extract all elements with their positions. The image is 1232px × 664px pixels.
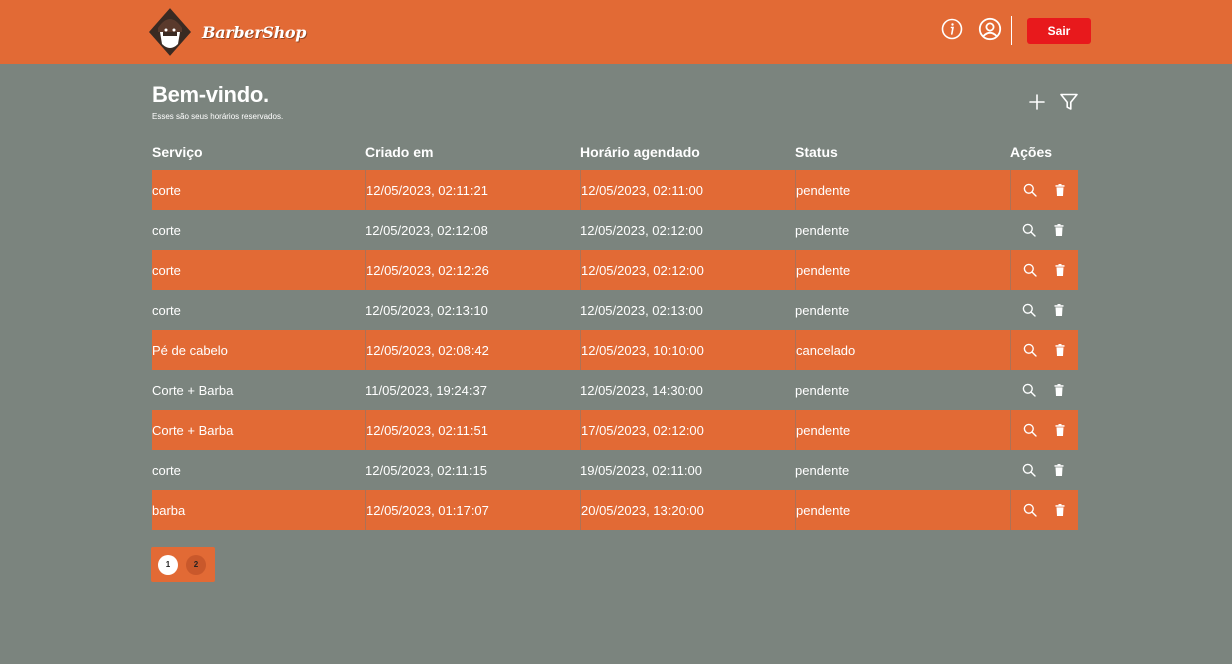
cell-servico: Corte + Barba xyxy=(152,422,234,438)
cell-agendado: 12/05/2023, 02:13:00 xyxy=(580,302,703,318)
search-icon[interactable] xyxy=(1022,262,1038,278)
filter-button[interactable] xyxy=(1058,91,1080,113)
search-icon[interactable] xyxy=(1022,342,1038,358)
cell-agendado: 20/05/2023, 13:20:00 xyxy=(580,490,795,530)
cell-agendado: 12/05/2023, 02:12:00 xyxy=(580,250,795,290)
search-icon[interactable] xyxy=(1022,502,1038,518)
cell-servico: corte xyxy=(152,302,181,318)
row-actions xyxy=(1010,370,1078,410)
cell-status: pendente xyxy=(795,250,1010,290)
trash-icon[interactable] xyxy=(1052,502,1068,518)
cell-servico: corte xyxy=(152,222,181,238)
trash-icon[interactable] xyxy=(1052,422,1068,438)
barber-logo-icon xyxy=(147,6,193,58)
plus-icon xyxy=(1029,94,1045,110)
column-header-status: Status xyxy=(795,144,838,160)
cell-status: pendente xyxy=(795,462,850,478)
table-header: Serviço Criado em Horário agendado Statu… xyxy=(152,142,1078,162)
cell-status: pendente xyxy=(795,410,1010,450)
cell-agendado: 12/05/2023, 02:12:00 xyxy=(580,222,703,238)
cell-agendado: 12/05/2023, 10:10:00 xyxy=(580,330,795,370)
page-button-1[interactable]: 1 xyxy=(158,554,178,575)
brand-logo[interactable]: BarberShop xyxy=(146,4,306,60)
search-icon[interactable] xyxy=(1021,462,1037,478)
cell-agendado: 12/05/2023, 02:11:00 xyxy=(580,170,795,210)
page-subtitle: Esses são seus horários reservados. xyxy=(152,112,284,121)
header-divider xyxy=(1011,16,1012,45)
row-actions xyxy=(1010,170,1078,210)
search-icon[interactable] xyxy=(1021,382,1037,398)
trash-icon[interactable] xyxy=(1052,182,1068,198)
column-header-servico: Serviço xyxy=(152,144,203,160)
page-title: Bem-vindo. xyxy=(152,82,269,107)
search-icon[interactable] xyxy=(1021,302,1037,318)
add-appointment-button[interactable] xyxy=(1026,91,1048,113)
cell-status: pendente xyxy=(795,222,850,238)
trash-icon[interactable] xyxy=(1052,342,1068,358)
row-actions xyxy=(1010,290,1078,330)
cell-criado: 12/05/2023, 02:08:42 xyxy=(365,330,580,370)
table-row: Pé de cabelo 12/05/2023, 02:08:42 12/05/… xyxy=(152,330,1078,370)
table-row: Corte + Barba 12/05/2023, 02:11:51 17/05… xyxy=(152,410,1078,450)
cell-status: pendente xyxy=(795,490,1010,530)
table-row: corte 12/05/2023, 02:13:10 12/05/2023, 0… xyxy=(152,290,1078,330)
table-row: corte 12/05/2023, 02:12:08 12/05/2023, 0… xyxy=(152,210,1078,250)
cell-criado: 12/05/2023, 02:13:10 xyxy=(365,302,488,318)
cell-status: cancelado xyxy=(795,330,1010,370)
search-icon[interactable] xyxy=(1022,422,1038,438)
cell-criado: 12/05/2023, 01:17:07 xyxy=(365,490,580,530)
pagination: 1 2 xyxy=(151,547,215,582)
brand-name: BarberShop xyxy=(202,22,307,42)
column-header-criado: Criado em xyxy=(365,144,434,160)
search-icon[interactable] xyxy=(1021,222,1037,238)
cell-servico: Pé de cabelo xyxy=(152,342,228,358)
row-actions xyxy=(1010,210,1078,250)
info-button[interactable] xyxy=(940,17,964,41)
cell-agendado: 12/05/2023, 14:30:00 xyxy=(580,382,703,398)
trash-icon[interactable] xyxy=(1052,262,1068,278)
page-button-2[interactable]: 2 xyxy=(186,554,206,575)
top-navbar: BarberShop Sair xyxy=(0,0,1232,64)
row-actions xyxy=(1010,330,1078,370)
trash-icon[interactable] xyxy=(1051,462,1067,478)
logout-button[interactable]: Sair xyxy=(1027,18,1091,44)
cell-criado: 12/05/2023, 02:12:26 xyxy=(365,250,580,290)
table-row: barba 12/05/2023, 01:17:07 20/05/2023, 1… xyxy=(152,490,1078,530)
table-row: Corte + Barba 11/05/2023, 19:24:37 12/05… xyxy=(152,370,1078,410)
cell-servico: barba xyxy=(152,502,186,518)
column-header-agendado: Horário agendado xyxy=(580,144,700,160)
column-header-acoes: Ações xyxy=(1010,144,1053,160)
info-icon xyxy=(941,18,963,40)
cell-criado: 11/05/2023, 19:24:37 xyxy=(365,382,487,398)
cell-agendado: 17/05/2023, 02:12:00 xyxy=(580,410,795,450)
cell-status: pendente xyxy=(795,382,850,398)
cell-status: pendente xyxy=(795,302,850,318)
trash-icon[interactable] xyxy=(1051,302,1067,318)
trash-icon[interactable] xyxy=(1051,382,1067,398)
table-row: corte 12/05/2023, 02:11:21 12/05/2023, 0… xyxy=(152,170,1078,210)
cell-servico: Corte + Barba xyxy=(152,382,234,398)
appointments-table: Serviço Criado em Horário agendado Statu… xyxy=(152,142,1078,530)
cell-criado: 12/05/2023, 02:12:08 xyxy=(365,222,488,238)
profile-button[interactable] xyxy=(978,17,1002,41)
cell-servico: corte xyxy=(152,182,181,198)
cell-criado: 12/05/2023, 02:11:15 xyxy=(365,462,487,478)
row-actions xyxy=(1010,490,1078,530)
cell-servico: corte xyxy=(152,462,181,478)
search-icon[interactable] xyxy=(1022,182,1038,198)
row-actions xyxy=(1010,450,1078,490)
cell-agendado: 19/05/2023, 02:11:00 xyxy=(580,462,702,478)
user-icon xyxy=(978,17,1002,41)
row-actions xyxy=(1010,410,1078,450)
table-body: corte 12/05/2023, 02:11:21 12/05/2023, 0… xyxy=(152,170,1078,530)
filter-icon xyxy=(1060,93,1078,110)
table-row: corte 12/05/2023, 02:12:26 12/05/2023, 0… xyxy=(152,250,1078,290)
cell-criado: 12/05/2023, 02:11:51 xyxy=(365,410,580,450)
cell-criado: 12/05/2023, 02:11:21 xyxy=(365,170,580,210)
table-row: corte 12/05/2023, 02:11:15 19/05/2023, 0… xyxy=(152,450,1078,490)
row-actions xyxy=(1010,250,1078,290)
cell-servico: corte xyxy=(152,262,181,278)
cell-status: pendente xyxy=(795,170,1010,210)
trash-icon[interactable] xyxy=(1051,222,1067,238)
